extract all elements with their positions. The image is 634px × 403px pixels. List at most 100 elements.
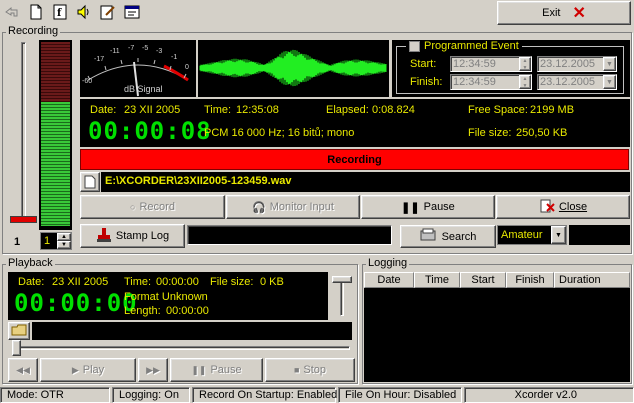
recording-status-bar: Recording bbox=[80, 149, 629, 170]
mode-select-value: Amateur bbox=[501, 229, 543, 241]
file-size-label: File size: bbox=[468, 127, 512, 139]
svg-text:f: f bbox=[57, 8, 62, 19]
status-version: Xcorder v2.0 bbox=[464, 387, 634, 403]
free-space-label: Free Space: bbox=[468, 104, 528, 116]
record-button[interactable]: ○ Record bbox=[80, 195, 225, 219]
chevron-down-icon[interactable]: ▼ bbox=[603, 57, 616, 71]
file-size-value: 250,50 KB bbox=[516, 127, 568, 139]
playback-pause-label: Pause bbox=[210, 364, 242, 376]
finish-time-spinner[interactable]: ▲ ▼ bbox=[519, 75, 531, 89]
programmed-event-checkbox[interactable] bbox=[409, 40, 420, 52]
playback-time-label: Time: bbox=[124, 276, 152, 288]
finish-date-select[interactable]: 23.12.2005 ▼ bbox=[537, 74, 617, 90]
search-button[interactable]: Search bbox=[400, 225, 496, 248]
close-icon: ✕ bbox=[572, 5, 586, 22]
waveform-display bbox=[198, 40, 389, 97]
logging-table[interactable] bbox=[364, 272, 630, 382]
close-button[interactable]: Close bbox=[496, 195, 630, 219]
time-value: 12:35:08 bbox=[236, 104, 279, 116]
pause-icon: ❚❚ bbox=[401, 201, 420, 214]
play-label: Play bbox=[82, 364, 105, 376]
search-icon bbox=[420, 228, 438, 245]
exit-button[interactable]: Exit ✕ bbox=[497, 1, 631, 25]
stamp-icon bbox=[96, 227, 112, 246]
start-date-select[interactable]: 23.12.2005 ▼ bbox=[537, 56, 617, 72]
playback-format-value: Format Unknown bbox=[124, 291, 208, 303]
rewind-icon: ◀◀ bbox=[16, 364, 30, 375]
programmed-event-title: Programmed Event bbox=[424, 40, 519, 52]
seek-slider-handle[interactable] bbox=[12, 340, 21, 356]
undo-icon[interactable] bbox=[4, 4, 20, 20]
playback-info-panel: Date: 23 XII 2005 Time: 00:00:00 File si… bbox=[8, 272, 328, 320]
column-header-start[interactable]: Start bbox=[460, 272, 506, 288]
fast-forward-icon: ▶▶ bbox=[146, 364, 160, 375]
properties-icon[interactable] bbox=[124, 4, 140, 20]
file-open-button[interactable] bbox=[80, 172, 100, 192]
column-header-finish[interactable]: Finish bbox=[506, 272, 554, 288]
mode-select[interactable]: Amateur ▼ bbox=[497, 225, 567, 245]
pause-label: Pause bbox=[423, 201, 455, 213]
play-button[interactable]: ▶ Play bbox=[40, 358, 136, 382]
start-time-spinner[interactable]: ▲ ▼ bbox=[519, 57, 531, 71]
play-icon: ▶ bbox=[71, 364, 79, 375]
speaker-icon[interactable] bbox=[76, 4, 92, 20]
vu-scale-label: -7 bbox=[128, 45, 135, 52]
record-level-slider-handle[interactable] bbox=[10, 216, 37, 223]
elapsed-label: Elapsed: bbox=[326, 104, 369, 116]
monitor-input-button[interactable]: 🎧 Monitor Input bbox=[226, 195, 360, 219]
spinner-down-icon[interactable]: ▼ bbox=[57, 241, 71, 249]
stop-button[interactable]: ■ Stop bbox=[265, 358, 355, 382]
vu-label: dB Signal bbox=[124, 84, 163, 94]
date-label: Date: bbox=[90, 104, 117, 116]
chevron-down-icon[interactable]: ▼ bbox=[551, 226, 566, 244]
pause-icon: ❚❚ bbox=[191, 364, 207, 375]
playback-open-button[interactable] bbox=[8, 322, 30, 340]
spinner-up-icon[interactable]: ▲ bbox=[57, 233, 71, 241]
record-level-slider-track[interactable] bbox=[21, 42, 26, 222]
column-header-duration[interactable]: Duration bbox=[554, 272, 630, 288]
finish-date-value: 23.12.2005 bbox=[540, 76, 596, 88]
playback-volume-handle[interactable] bbox=[332, 276, 352, 283]
column-header-time[interactable]: Time bbox=[414, 272, 460, 288]
stamp-log-input[interactable] bbox=[187, 225, 392, 245]
recording-counter: 00:00:08 bbox=[88, 117, 212, 145]
playback-volume-slider[interactable] bbox=[330, 272, 354, 320]
close-file-icon bbox=[539, 199, 555, 216]
vu-meter: -60 -17 -11 -7 -5 -3 -1 0 dB Signal bbox=[80, 40, 196, 97]
stamp-log-button[interactable]: Stamp Log bbox=[80, 224, 185, 248]
new-document-icon[interactable] bbox=[28, 4, 44, 20]
recording-group-title: Recording bbox=[6, 25, 61, 37]
playback-counter: 00:00:00 bbox=[14, 289, 138, 317]
start-time-input[interactable]: 12:34:59 ▲ ▼ bbox=[450, 56, 532, 72]
recording-info-panel: Date: 23 XII 2005 Time: 12:35:08 Elapsed… bbox=[80, 99, 630, 147]
pause-button[interactable]: ❚❚ Pause bbox=[361, 195, 495, 219]
edit-icon[interactable] bbox=[100, 4, 116, 20]
column-header-date[interactable]: Date bbox=[364, 272, 414, 288]
playback-date-label: Date: bbox=[18, 276, 45, 288]
rewind-button[interactable]: ◀◀ bbox=[8, 358, 38, 382]
font-icon[interactable]: f bbox=[52, 4, 68, 20]
playback-pause-button[interactable]: ❚❚ Pause bbox=[170, 358, 263, 382]
playback-file-size-value: 0 KB bbox=[260, 276, 284, 288]
mode-extra-field bbox=[569, 225, 630, 245]
playback-file-path-field[interactable] bbox=[32, 322, 352, 340]
fast-forward-button[interactable]: ▶▶ bbox=[138, 358, 168, 382]
chevron-down-icon[interactable]: ▼ bbox=[603, 75, 616, 89]
finish-label: Finish: bbox=[410, 76, 443, 88]
seek-slider-track[interactable] bbox=[12, 346, 350, 350]
document-icon bbox=[84, 175, 96, 189]
vu-scale-label: -5 bbox=[142, 45, 149, 52]
elapsed-value: 0:08.824 bbox=[372, 104, 415, 116]
file-path-field[interactable]: E:\XCORDER\23XII2005-123459.wav bbox=[101, 172, 630, 192]
channel-spinner[interactable]: 1 ▲ ▼ bbox=[40, 232, 72, 250]
monitor-label: Monitor Input bbox=[269, 201, 334, 213]
status-mode: Mode: OTR bbox=[0, 387, 110, 403]
channel-label: 1 bbox=[14, 236, 21, 248]
file-path-value: E:\XCORDER\23XII2005-123459.wav bbox=[105, 175, 292, 187]
stop-icon: ■ bbox=[293, 365, 300, 375]
playback-group-title: Playback bbox=[6, 257, 55, 269]
headphones-icon: 🎧 bbox=[252, 201, 266, 214]
playback-length-value: 00:00:00 bbox=[166, 305, 209, 317]
start-label: Start: bbox=[410, 58, 437, 70]
finish-time-input[interactable]: 12:34:59 ▲ ▼ bbox=[450, 74, 532, 90]
